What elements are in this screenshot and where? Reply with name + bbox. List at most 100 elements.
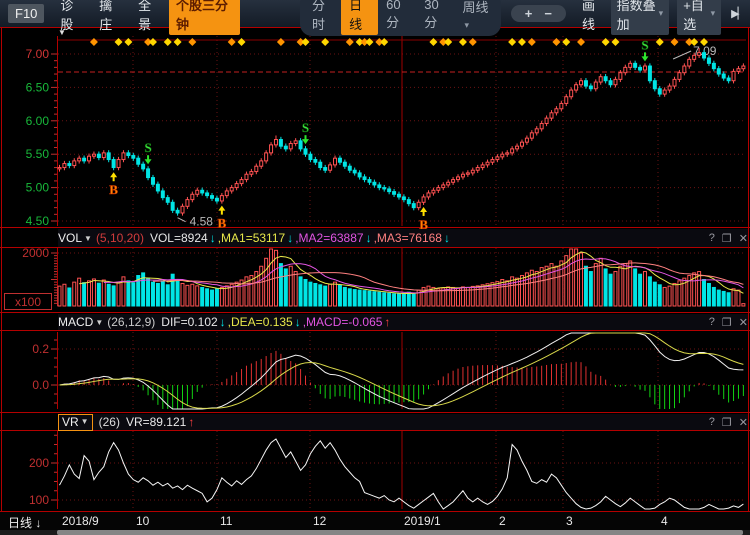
date-label: 12 <box>313 514 326 528</box>
date-label: 10 <box>136 514 149 528</box>
arrow-down-icon: ↓ <box>287 231 293 245</box>
date-label: 2018/9 <box>62 514 99 528</box>
chart-canvas[interactable]: 7.006.506.005.505.004.5020000.20.0200100… <box>0 0 750 535</box>
arrow-down-icon: ↓ <box>444 231 450 245</box>
close-icon[interactable]: ✕ <box>739 316 748 329</box>
arrow-down-icon: ↓ <box>210 231 216 245</box>
help-icon[interactable]: ? <box>709 416 715 428</box>
indicator-value: ,MA3=76168 <box>374 231 442 245</box>
help-icon[interactable]: ? <box>709 232 715 244</box>
chevron-down-icon[interactable]: ▼ <box>84 234 92 243</box>
date-label: 3 <box>566 514 573 528</box>
arrow-up-icon: ↑ <box>384 315 390 329</box>
vr-panel-header: VR ▼ (26) VR=89.121↑ ? ❐ ✕ <box>58 414 748 430</box>
svg-text:4.50: 4.50 <box>26 214 50 228</box>
index-overlay-button[interactable]: 指数叠加▾ <box>611 0 670 35</box>
candlestick-layer <box>58 48 745 216</box>
period-dropdown[interactable]: 日线 ↓ <box>8 514 41 531</box>
vr-values: VR=89.121↑ <box>126 415 196 429</box>
arrow-down-icon: ↓ <box>220 315 226 329</box>
vol-indicator-name[interactable]: VOL <box>58 231 82 245</box>
panel-borders <box>0 27 750 512</box>
macd-layer <box>60 333 744 409</box>
vr-indicator-name: VR <box>62 415 79 429</box>
svg-text:2000: 2000 <box>22 246 49 260</box>
vol-params: (5,10,20) <box>96 231 144 245</box>
stock-app-window: F10 诊股 擒庄 全景 个股三分钟 分时 日线 60分 30分 周线▾ + −… <box>0 0 750 535</box>
time-axis-bar: 日线 ↓ 2018/91011122019/1234 <box>0 512 750 530</box>
horizontal-scrollbar[interactable] <box>0 530 750 535</box>
collapse-panel-icon[interactable]: ▶▏ <box>731 7 744 20</box>
indicator-value: ,MA1=53117 <box>218 231 286 245</box>
svg-text:S: S <box>302 120 309 135</box>
indicator-value: ,DEA=0.135 <box>228 315 293 329</box>
indicator-value: DIF=0.102 <box>161 315 217 329</box>
zoom-in-button[interactable]: + <box>519 6 539 21</box>
indicator-value: ,MACD=-0.065 <box>303 315 383 329</box>
vr-params: (26) <box>99 415 120 429</box>
arrow-up-icon: ↑ <box>188 415 194 429</box>
date-label: 2 <box>499 514 506 528</box>
period-selector: 分时 日线 60分 30分 周线▾ <box>300 0 501 36</box>
zoom-controls: + − <box>511 5 566 22</box>
chevron-down-icon[interactable]: ▼ <box>95 318 103 327</box>
svg-text:5.00: 5.00 <box>26 181 50 195</box>
arrow-down-icon: ↓ <box>295 315 301 329</box>
arrow-down-icon: ↓ <box>366 231 372 245</box>
panorama-button[interactable]: 全景 <box>138 0 161 33</box>
scrollbar-handle[interactable] <box>57 530 743 535</box>
draw-line-button[interactable]: 画线 <box>582 0 603 33</box>
diagnose-stock-button[interactable]: 诊股 <box>60 0 83 33</box>
date-label: 2019/1 <box>404 514 441 528</box>
indicator-value: VOL=8924 <box>150 231 208 245</box>
svg-text:6.00: 6.00 <box>26 114 50 128</box>
price-annotations <box>178 51 692 222</box>
stock-three-minutes-button[interactable]: 个股三分钟 <box>169 0 240 35</box>
svg-text:200: 200 <box>29 456 49 470</box>
vol-window-icons: ? ❐ ✕ <box>702 232 748 245</box>
close-icon[interactable]: ✕ <box>739 416 748 429</box>
help-icon[interactable]: ? <box>709 316 715 328</box>
catch-banker-button[interactable]: 擒庄 <box>99 0 122 33</box>
close-icon[interactable]: ✕ <box>739 232 748 245</box>
vol-panel-header: VOL ▼ (5,10,20) VOL=8924↓,MA1=53117↓,MA2… <box>58 229 748 247</box>
signal-diamonds-layer <box>90 38 708 46</box>
svg-text:0.0: 0.0 <box>32 378 49 392</box>
date-label: 4 <box>661 514 668 528</box>
arrow-down-icon: ↓ <box>35 516 41 530</box>
add-watchlist-button[interactable]: +自选▾ <box>677 0 721 35</box>
macd-indicator-name[interactable]: MACD <box>58 315 93 329</box>
tab-weekly[interactable]: 周线▾ <box>455 0 497 33</box>
vr-indicator-selector[interactable]: VR ▼ <box>58 414 93 431</box>
tab-30min[interactable]: 30分 <box>416 0 454 33</box>
grid-layer <box>58 36 746 509</box>
svg-text:B: B <box>109 182 118 197</box>
maximize-icon[interactable]: ❐ <box>722 416 732 429</box>
f10-button[interactable]: F10 <box>8 4 44 23</box>
axis-labels: 7.006.506.005.505.004.5020000.20.0200100… <box>22 37 716 507</box>
chevron-down-icon: ▾ <box>711 8 716 19</box>
maximize-icon[interactable]: ❐ <box>722 232 732 245</box>
svg-text:6.50: 6.50 <box>26 80 50 94</box>
tab-60min[interactable]: 60分 <box>378 0 416 33</box>
macd-panel-header: MACD ▼ (26,12,9) DIF=0.102↓,DEA=0.135↓,M… <box>58 314 748 330</box>
chevron-down-icon: ▾ <box>659 8 664 19</box>
vr-window-icons: ? ❐ ✕ <box>702 416 748 429</box>
volume-bars-layer <box>58 249 745 306</box>
macd-window-icons: ? ❐ ✕ <box>702 316 748 329</box>
zoom-out-button[interactable]: − <box>538 6 558 21</box>
toolbar-right: 画线 指数叠加▾ +自选▾ ▶▏ <box>566 0 750 35</box>
vol-values: VOL=8924↓,MA1=53117↓,MA2=63887↓,MA3=7616… <box>150 231 452 245</box>
tab-daily[interactable]: 日线 <box>341 0 378 35</box>
maximize-icon[interactable]: ❐ <box>722 316 732 329</box>
tab-intraday[interactable]: 分时 <box>304 0 341 35</box>
macd-params: (26,12,9) <box>107 315 155 329</box>
vr-line-layer <box>60 439 744 509</box>
svg-text:100: 100 <box>29 493 49 507</box>
buy-sell-markers <box>110 52 648 216</box>
chevron-down-icon: ▾ <box>465 20 470 30</box>
indicator-value: ,MA2=63887 <box>295 231 363 245</box>
macd-values: DIF=0.102↓,DEA=0.135↓,MACD=-0.065↑ <box>161 315 392 329</box>
svg-text:S: S <box>144 140 151 155</box>
svg-text:0.2: 0.2 <box>32 342 49 356</box>
